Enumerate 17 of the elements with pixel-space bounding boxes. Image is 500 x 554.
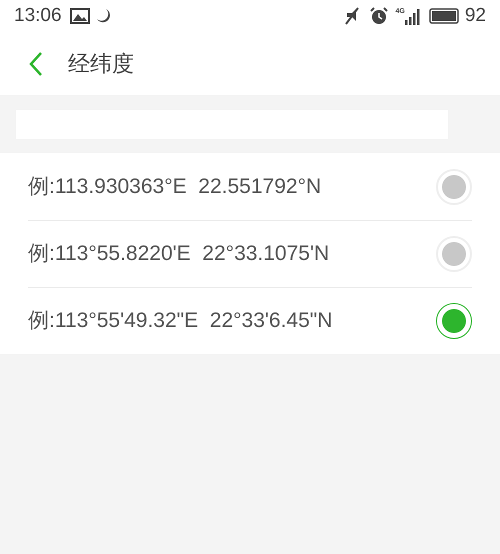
battery-level: 92 <box>464 4 486 28</box>
radio-button[interactable] <box>436 303 472 339</box>
mute-icon <box>344 7 360 25</box>
option-row[interactable]: 例:113°55.8220'E 22°33.1075'N <box>28 220 472 287</box>
option-label: 例:113.930363°E 22.551792°N <box>28 174 322 200</box>
option-label: 例:113°55.8220'E 22°33.1075'N <box>28 241 330 268</box>
option-label: 例:113°55'49.32"E 22°33'6.45"N <box>28 308 332 334</box>
option-row[interactable]: 例:113°55'49.32"E 22°33'6.45"N <box>28 287 472 354</box>
signal-icon <box>404 8 421 24</box>
status-time: 13:06 <box>14 4 62 28</box>
option-row[interactable]: 例:113.930363°E 22.551792°N <box>28 153 472 220</box>
battery-icon <box>428 8 459 24</box>
moon-icon <box>96 8 112 24</box>
back-icon <box>29 50 43 76</box>
page-title: 经纬度 <box>68 50 134 78</box>
image-icon <box>70 8 90 24</box>
alarm-icon <box>370 7 388 25</box>
